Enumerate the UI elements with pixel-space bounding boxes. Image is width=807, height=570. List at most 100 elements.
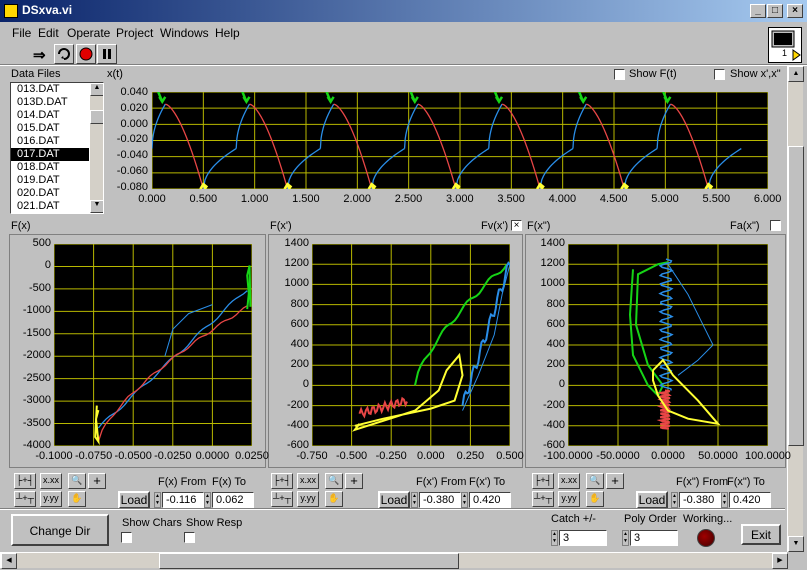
file-list-item[interactable]: 018.DAT [11,161,89,174]
plot3-pan-hand-icon[interactable]: ✋ [586,491,604,507]
file-list-item[interactable]: 015.DAT [11,122,89,135]
panel-scroll-down-icon[interactable]: ▼ [788,536,804,552]
fa-checkbox[interactable] [770,220,781,231]
scroll-thumb[interactable] [90,110,103,124]
file-list-item[interactable]: 021.DAT [11,200,89,213]
plot3-zoom-icon[interactable]: 🔍 [586,473,604,489]
plot2-load-button[interactable]: Load [378,491,410,509]
plot1-ytick-label: -2500 [22,371,51,384]
plot2-xtick-label: 0.000 [417,450,445,462]
plot1-crosshair-icon[interactable]: + [88,473,106,489]
scroll-up-icon[interactable]: ▲ [90,83,103,96]
plot3-crosshair-icon[interactable]: + [606,473,624,489]
exit-button[interactable]: Exit [741,524,781,545]
hscroll-thumb[interactable] [159,553,459,569]
minimize-icon[interactable]: _ [750,4,766,18]
list-scrollbar[interactable]: ▲ ▼ [89,83,103,213]
show-xx-checkbox[interactable] [714,69,725,80]
panel-scroll-up-icon[interactable]: ▲ [788,66,804,82]
plot1-x-scale-icon[interactable]: ├+┤ [14,473,36,489]
scroll-down-icon[interactable]: ▼ [90,200,103,213]
run-arrow-icon[interactable]: ⇒ [33,46,46,64]
hscroll-right-icon[interactable]: ▶ [772,553,788,569]
show-chars-label: Show Chars [122,517,182,529]
fxp-plot-label: F(x') [270,220,292,232]
menu-help[interactable]: Help [215,26,240,40]
plot3-y-format-icon[interactable]: y.yy [558,491,580,507]
plot2-from-input[interactable]: -0.380 [419,492,461,508]
menu-file[interactable]: File [12,26,31,40]
show-chars-checkbox[interactable] [121,532,132,543]
file-list-item[interactable]: 013.DAT [11,83,89,96]
panel-horizontal-scrollbar[interactable]: ◀ ▶ [0,552,788,569]
panel-scroll-thumb[interactable] [788,146,804,446]
catch-input[interactable]: 3 [559,530,607,546]
xt-blue-segment [623,148,658,190]
plot1-zoom-icon[interactable]: 🔍 [68,473,86,489]
change-dir-button[interactable]: Change Dir [11,514,109,546]
xt-ytick-label: -0.080 [116,180,148,193]
plot1-y-format-icon[interactable]: y.yy [40,491,62,507]
vi-connector-label: 1 [782,48,788,58]
pause-icon[interactable] [97,44,117,64]
plot2-y-scale-icon[interactable]: ┴+┬ [271,491,293,507]
file-list-item[interactable]: 014.DAT [11,109,89,122]
file-list-item[interactable]: 019.DAT [11,174,89,187]
plot1-pan-hand-icon[interactable]: ✋ [68,491,86,507]
plot3-from-spin-icon[interactable]: ▲ ▼ [671,492,678,508]
file-list-item[interactable]: 017.DAT [11,148,89,161]
hscroll-left-icon[interactable]: ◀ [1,553,17,569]
plot1-from-input[interactable]: -0.116 [162,492,204,508]
fx-plot-area[interactable] [53,243,253,447]
maximize-icon[interactable]: □ [767,4,783,18]
plot1-y-scale-icon[interactable]: ┴+┬ [14,491,36,507]
plot2-x-format-icon[interactable]: x.xx [297,473,319,489]
data-files-listbox[interactable]: 013.DAT 013D.DAT 014.DAT 015.DAT 016.DAT 017.… [10,82,104,214]
xt-green-marker-icon [491,86,504,105]
plot3-to-input[interactable]: 0.420 [729,492,771,508]
plot2-to-input[interactable]: 0.420 [469,492,511,508]
plot1-x-format-icon[interactable]: x.xx [40,473,62,489]
plot3-y-scale-icon[interactable]: ┴+┬ [532,491,554,507]
fxpp-blue-inner-curve [667,263,714,376]
fv-checkbox[interactable]: × [511,220,522,231]
plot3-x-scale-icon[interactable]: ├+┤ [532,473,554,489]
file-list-item[interactable]: 016.DAT [11,135,89,148]
plot2-from-spin-icon[interactable]: ▲ ▼ [411,492,418,508]
menu-project[interactable]: Project [116,26,153,40]
poly-spin-icon[interactable]: ▲ ▼ [622,530,629,546]
poly-order-input[interactable]: 3 [630,530,678,546]
fxpp-plot-area[interactable] [567,243,769,447]
plot3-x-format-icon[interactable]: x.xx [558,473,580,489]
menu-windows[interactable]: Windows [160,26,209,40]
plot2-x-scale-icon[interactable]: ├+┤ [271,473,293,489]
plot1-from-spin-icon[interactable]: ▲ ▼ [154,492,161,508]
plot2-to-spin-icon[interactable]: ▲ ▼ [461,492,468,508]
plot3-ytick-label: 1200 [540,257,565,270]
plot3-from-input[interactable]: -0.380 [679,492,721,508]
plot1-to-spin-icon[interactable]: ▲ ▼ [204,492,211,508]
plot2-zoom-icon[interactable]: 🔍 [325,473,343,489]
close-icon[interactable]: × [787,4,803,18]
catch-spin-icon[interactable]: ▲ ▼ [551,530,558,546]
show-resp-checkbox[interactable] [184,532,195,543]
plot3-to-spin-icon[interactable]: ▲ ▼ [721,492,728,508]
plot1-ytick-label: -1000 [22,304,51,317]
abort-icon[interactable] [76,44,96,64]
file-list-item[interactable]: 020.DAT [11,187,89,200]
plot2-xtick-label: -0.750 [296,450,328,462]
menu-operate[interactable]: Operate [67,26,110,40]
menu-edit[interactable]: Edit [38,26,59,40]
plot1-to-input[interactable]: 0.062 [212,492,254,508]
fxp-plot-area[interactable] [311,243,511,447]
plot3-load-button[interactable]: Load [636,491,668,509]
plot2-pan-hand-icon[interactable]: ✋ [325,491,343,507]
xt-plot-area[interactable] [151,86,769,200]
show-ft-checkbox[interactable] [614,69,625,80]
plot1-load-button[interactable]: Load [118,491,150,509]
run-continuously-icon[interactable] [54,44,74,64]
plot2-crosshair-icon[interactable]: + [345,473,363,489]
panel-vertical-scrollbar[interactable]: ▲ ▼ [787,66,804,552]
file-list-item[interactable]: 013D.DAT [11,96,89,109]
plot2-y-format-icon[interactable]: y.yy [297,491,319,507]
